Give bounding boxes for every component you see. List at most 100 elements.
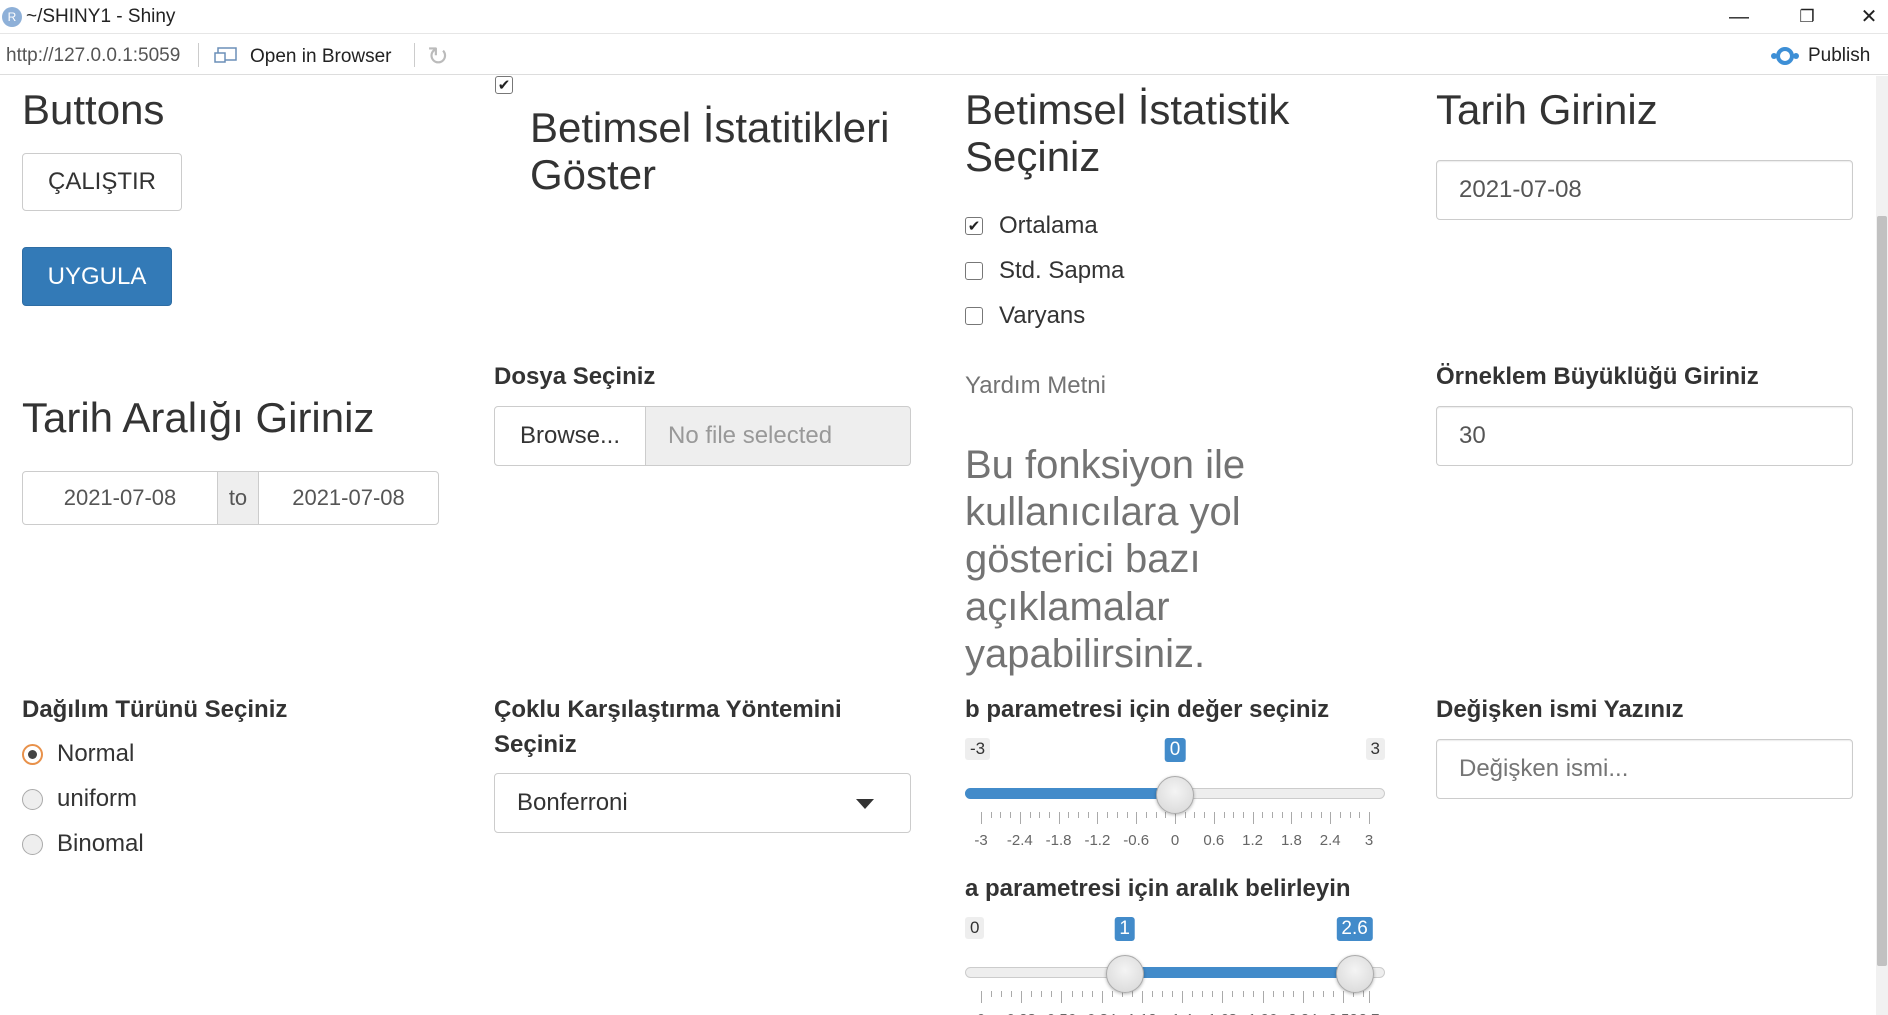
stat-option-variance[interactable]: Varyans	[965, 302, 1085, 330]
slider-tick-label: 1.12	[1127, 1011, 1156, 1015]
refresh-icon[interactable]: ↻	[427, 41, 449, 72]
slider-a[interactable]: 0 0 0.28 0.56 0.84 1.12 1.4 1.68 1.96 2.24 2.522.7…	[965, 917, 1385, 1015]
open-in-browser-icon[interactable]	[214, 46, 238, 64]
variance-checkbox[interactable]	[965, 307, 983, 325]
slider-major-tick	[1302, 991, 1304, 1003]
slider-major-tick	[1252, 812, 1254, 824]
slider-minor-tick	[1282, 991, 1284, 997]
comparison-label: Çoklu Karşılaştırma Yöntemini Seçiniz	[494, 696, 842, 758]
slider-value-label: 2.6	[1336, 917, 1373, 941]
window-title: ~/SHINY1 - Shiny	[26, 6, 176, 27]
shiny-app-content: Buttons ÇALIŞTIR UYGULA ✔ Betimsel İstat…	[0, 76, 1876, 1015]
date-input[interactable]: 2021-07-08	[1436, 160, 1853, 220]
slider-tick-label: 1.8	[1280, 832, 1302, 849]
slider-major-tick	[1061, 991, 1063, 1003]
slider-value-label: 1	[1114, 917, 1135, 941]
viewer-toolbar: http://127.0.0.1:5059 Open in Browser ↻ …	[0, 35, 1888, 75]
scrollbar-thumb[interactable]	[1877, 216, 1887, 966]
slider-major-tick	[1343, 991, 1345, 1003]
slider-minor-tick	[1272, 991, 1274, 997]
stat-option-label: Std. Sapma	[999, 257, 1125, 284]
slider-minor-tick	[1011, 991, 1013, 997]
publish-icon[interactable]	[1770, 44, 1800, 68]
open-in-browser-button[interactable]: Open in Browser	[250, 46, 392, 68]
stat-option-mean[interactable]: ✔ Ortalama	[965, 212, 1098, 240]
slider-b[interactable]: -3 3 -3 -2.4 -1.8 -1.2 -0.6 0 0.6 1.2 1.8 2.4 3 0	[965, 738, 1385, 858]
slider-minor-tick	[1333, 991, 1335, 997]
slider-min-label: -3	[965, 738, 991, 760]
stat-option-label: Ortalama	[999, 212, 1098, 239]
slider-minor-tick	[1242, 991, 1244, 997]
vertical-scrollbar[interactable]	[1876, 76, 1888, 1015]
date-range-heading: Tarih Aralığı Giriniz	[22, 394, 375, 441]
slider-minor-tick	[1068, 812, 1070, 818]
restore-button[interactable]: ❐	[1784, 0, 1830, 34]
distribution-label: Dağılım Türünü Seçiniz	[22, 696, 288, 723]
apply-button[interactable]: UYGULA	[22, 247, 172, 306]
slider-minor-tick	[1242, 812, 1244, 818]
distribution-option-normal[interactable]: Normal	[22, 740, 134, 768]
sample-size-label: Örneklem Büyüklüğü Giriniz	[1436, 363, 1759, 390]
slider-minor-tick	[1192, 991, 1194, 997]
slider-tick-label: -0.6	[1123, 832, 1150, 849]
slider-handle[interactable]	[1156, 776, 1194, 814]
normal-radio[interactable]	[22, 743, 43, 765]
slider-major-tick	[1262, 991, 1264, 1003]
slider-minor-tick	[1041, 991, 1043, 997]
browse-button[interactable]: Browse...	[494, 406, 646, 466]
slider-handle[interactable]	[1335, 955, 1374, 993]
slider-major-tick	[1330, 812, 1332, 824]
radio-label: Normal	[57, 740, 135, 767]
slider-major-tick	[1369, 991, 1370, 1003]
slider-value-label: 0	[1164, 738, 1186, 762]
slider-handle[interactable]	[1105, 955, 1144, 993]
slider-major-tick	[1182, 991, 1184, 1003]
variable-name-input[interactable]	[1436, 739, 1853, 799]
slider-major-tick	[1021, 991, 1023, 1003]
slider-minor-tick	[1339, 812, 1341, 818]
slider-minor-tick	[1001, 991, 1003, 997]
slider-minor-tick	[1107, 812, 1109, 818]
slider-major-tick	[1136, 812, 1138, 824]
slider-tick-label: -2.4	[1006, 832, 1033, 849]
slider-b-label: b parametresi için değer seçiniz	[965, 696, 1330, 723]
radio-label: uniform	[57, 785, 138, 812]
slider-minor-tick	[1281, 812, 1283, 818]
distribution-option-binomal[interactable]: Binomal	[22, 830, 144, 858]
date-range-end[interactable]: 2021-07-08	[259, 472, 438, 524]
slider-minor-tick	[1051, 991, 1053, 997]
run-button[interactable]: ÇALIŞTIR	[22, 153, 182, 211]
slider-minor-tick	[1301, 812, 1303, 818]
publish-button[interactable]: Publish	[1808, 45, 1870, 67]
slider-minor-tick	[1162, 991, 1164, 997]
slider-minor-tick	[1091, 991, 1093, 997]
distribution-option-uniform[interactable]: uniform	[22, 785, 137, 813]
minimize-button[interactable]: —	[1716, 0, 1762, 34]
slider-major-tick	[981, 812, 982, 824]
comparison-select[interactable]: Bonferroni	[494, 773, 911, 833]
slider-major-tick	[1291, 812, 1293, 824]
close-button[interactable]: ✕	[1850, 0, 1888, 34]
slider-minor-tick	[1071, 991, 1073, 997]
radio-label: Binomal	[57, 830, 144, 857]
slider-tick-label: 1.68	[1208, 1011, 1237, 1015]
sample-size-input[interactable]: 30	[1436, 406, 1853, 466]
slider-major-tick	[1058, 812, 1060, 824]
variable-name-label: Değişken ismi Yazınız	[1436, 696, 1684, 723]
slider-minor-tick	[1131, 991, 1133, 997]
slider-tick-label: 0	[1170, 832, 1180, 849]
stat-option-sd[interactable]: Std. Sapma	[965, 257, 1124, 285]
show-stats-checkbox[interactable]: ✔	[495, 76, 513, 94]
uniform-radio[interactable]	[22, 788, 43, 810]
mean-checkbox[interactable]: ✔	[965, 217, 983, 235]
date-range-start[interactable]: 2021-07-08	[23, 472, 217, 524]
buttons-heading: Buttons	[22, 86, 165, 133]
slider-minor-tick	[1272, 812, 1273, 818]
chevron-down-icon	[856, 799, 874, 809]
sd-checkbox[interactable]	[965, 262, 983, 280]
binomal-radio[interactable]	[22, 833, 43, 855]
help-text-body: Bu fonksiyon ile kullanıcılara yol göste…	[965, 443, 1246, 676]
slider-minor-tick	[1323, 991, 1324, 997]
slider-minor-tick	[1078, 812, 1079, 818]
slider-minor-tick	[1184, 812, 1186, 818]
